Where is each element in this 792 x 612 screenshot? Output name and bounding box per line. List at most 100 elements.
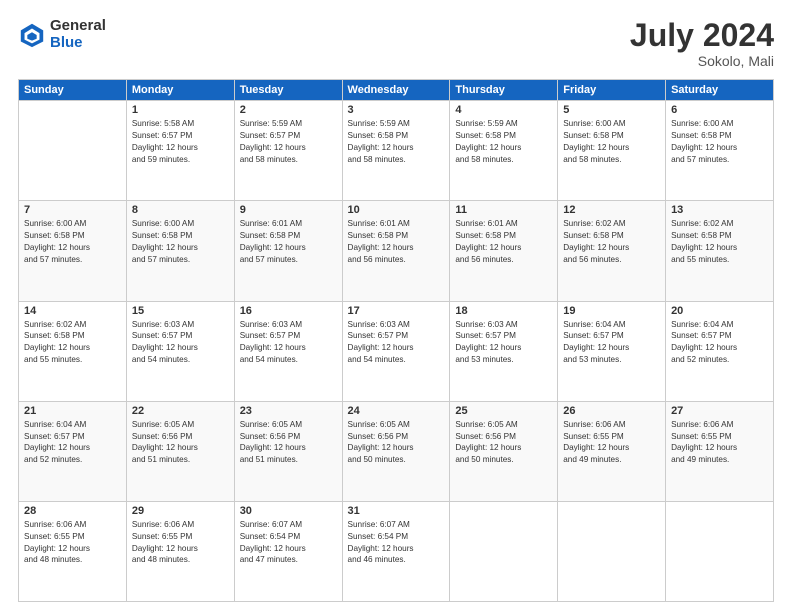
day-info: Sunrise: 6:00 AM Sunset: 6:58 PM Dayligh…	[671, 118, 768, 166]
day-cell: 4 Sunrise: 5:59 AM Sunset: 6:58 PM Daylig…	[450, 101, 558, 201]
day-cell: 3Sunrise: 5:59 AM Sunset: 6:58 PM Daylig…	[342, 101, 450, 201]
day-cell: 20Sunrise: 6:04 AM Sunset: 6:57 PM Dayli…	[666, 301, 774, 401]
weekday-header-row: Sunday Monday Tuesday Wednesday Thursday…	[19, 80, 774, 101]
week-row-2: 7Sunrise: 6:00 AM Sunset: 6:58 PM Daylig…	[19, 201, 774, 301]
day-number: 3	[348, 104, 445, 116]
header-thursday: Thursday	[450, 80, 558, 101]
day-number: 12	[563, 204, 660, 216]
day-cell: 16 Sunrise: 6:03 AM Sunset: 6:57 PM Dayli…	[234, 301, 342, 401]
day-number: 16	[240, 305, 337, 317]
day-cell: 25 Sunrise: 6:05 AM Sunset: 6:56 PM Dayli…	[450, 401, 558, 501]
day-cell: 9 Sunrise: 6:01 AM Sunset: 6:58 PM Daylig…	[234, 201, 342, 301]
main-title: July 2024	[630, 18, 774, 53]
day-number: 25	[455, 405, 552, 417]
day-number: 7	[24, 204, 121, 216]
day-number: 24	[348, 405, 445, 417]
day-number: 17	[348, 305, 445, 317]
day-number: 1	[132, 104, 229, 116]
day-info: Sunrise: 5:59 AM Sunset: 6:58 PM Dayligh…	[455, 118, 552, 166]
week-row-4: 21Sunrise: 6:04 AM Sunset: 6:57 PM Dayli…	[19, 401, 774, 501]
header-monday: Monday	[126, 80, 234, 101]
day-cell: 26 Sunrise: 6:06 AM Sunset: 6:55 PM Dayli…	[558, 401, 666, 501]
day-cell: 12 Sunrise: 6:02 AM Sunset: 6:58 PM Dayli…	[558, 201, 666, 301]
day-info: Sunrise: 6:06 AM Sunset: 6:55 PM Dayligh…	[132, 519, 229, 567]
day-cell: 6 Sunrise: 6:00 AM Sunset: 6:58 PM Daylig…	[666, 101, 774, 201]
day-number: 18	[455, 305, 552, 317]
calendar-table: Sunday Monday Tuesday Wednesday Thursday…	[18, 79, 774, 602]
day-number: 10	[348, 204, 445, 216]
day-info: Sunrise: 6:02 AM Sunset: 6:58 PM Dayligh…	[563, 218, 660, 266]
day-info: Sunrise: 6:01 AM Sunset: 6:58 PM Dayligh…	[240, 218, 337, 266]
day-cell: 10 Sunrise: 6:01 AM Sunset: 6:58 PM Dayli…	[342, 201, 450, 301]
day-cell: 28 Sunrise: 6:06 AM Sunset: 6:55 PM Dayli…	[19, 501, 127, 601]
day-number: 9	[240, 204, 337, 216]
day-info: Sunrise: 6:03 AM Sunset: 6:57 PM Dayligh…	[455, 319, 552, 367]
header-tuesday: Tuesday	[234, 80, 342, 101]
day-number: 8	[132, 204, 229, 216]
day-cell: 21Sunrise: 6:04 AM Sunset: 6:57 PM Dayli…	[19, 401, 127, 501]
week-row-5: 28 Sunrise: 6:06 AM Sunset: 6:55 PM Dayli…	[19, 501, 774, 601]
day-info: Sunrise: 6:06 AM Sunset: 6:55 PM Dayligh…	[24, 519, 121, 567]
day-number: 30	[240, 505, 337, 517]
day-info: Sunrise: 6:06 AM Sunset: 6:55 PM Dayligh…	[671, 419, 768, 467]
day-number: 4	[455, 104, 552, 116]
header-friday: Friday	[558, 80, 666, 101]
logo-icon	[18, 21, 46, 49]
day-cell: 17 Sunrise: 6:03 AM Sunset: 6:57 PM Dayli…	[342, 301, 450, 401]
day-cell: 7Sunrise: 6:00 AM Sunset: 6:58 PM Daylig…	[19, 201, 127, 301]
day-cell: 27Sunrise: 6:06 AM Sunset: 6:55 PM Dayli…	[666, 401, 774, 501]
day-cell: 11Sunrise: 6:01 AM Sunset: 6:58 PM Dayli…	[450, 201, 558, 301]
location: Sokolo, Mali	[630, 53, 774, 69]
day-number: 29	[132, 505, 229, 517]
logo-text: General Blue	[50, 18, 106, 51]
day-number: 26	[563, 405, 660, 417]
day-cell: 30 Sunrise: 6:07 AM Sunset: 6:54 PM Dayli…	[234, 501, 342, 601]
day-number: 23	[240, 405, 337, 417]
day-cell	[558, 501, 666, 601]
day-number: 11	[455, 204, 552, 216]
day-number: 31	[348, 505, 445, 517]
logo-general: General	[50, 18, 106, 35]
day-number: 6	[671, 104, 768, 116]
logo: General Blue	[18, 18, 106, 51]
day-cell: 15 Sunrise: 6:03 AM Sunset: 6:57 PM Dayli…	[126, 301, 234, 401]
day-info: Sunrise: 6:03 AM Sunset: 6:57 PM Dayligh…	[240, 319, 337, 367]
day-info: Sunrise: 6:07 AM Sunset: 6:54 PM Dayligh…	[240, 519, 337, 567]
day-number: 15	[132, 305, 229, 317]
week-row-1: 1Sunrise: 5:58 AM Sunset: 6:57 PM Daylig…	[19, 101, 774, 201]
day-cell: 14Sunrise: 6:02 AM Sunset: 6:58 PM Dayli…	[19, 301, 127, 401]
day-info: Sunrise: 6:02 AM Sunset: 6:58 PM Dayligh…	[24, 319, 121, 367]
day-info: Sunrise: 5:59 AM Sunset: 6:57 PM Dayligh…	[240, 118, 337, 166]
day-cell	[19, 101, 127, 201]
day-number: 2	[240, 104, 337, 116]
day-number: 28	[24, 505, 121, 517]
day-cell: 24 Sunrise: 6:05 AM Sunset: 6:56 PM Dayli…	[342, 401, 450, 501]
week-row-3: 14Sunrise: 6:02 AM Sunset: 6:58 PM Dayli…	[19, 301, 774, 401]
day-cell: 13Sunrise: 6:02 AM Sunset: 6:58 PM Dayli…	[666, 201, 774, 301]
day-cell	[450, 501, 558, 601]
day-info: Sunrise: 6:03 AM Sunset: 6:57 PM Dayligh…	[348, 319, 445, 367]
day-info: Sunrise: 6:05 AM Sunset: 6:56 PM Dayligh…	[348, 419, 445, 467]
logo-blue: Blue	[50, 35, 106, 52]
day-number: 20	[671, 305, 768, 317]
day-cell: 1Sunrise: 5:58 AM Sunset: 6:57 PM Daylig…	[126, 101, 234, 201]
day-info: Sunrise: 6:01 AM Sunset: 6:58 PM Dayligh…	[348, 218, 445, 266]
day-info: Sunrise: 6:06 AM Sunset: 6:55 PM Dayligh…	[563, 419, 660, 467]
day-info: Sunrise: 6:05 AM Sunset: 6:56 PM Dayligh…	[240, 419, 337, 467]
header-saturday: Saturday	[666, 80, 774, 101]
day-cell: 8Sunrise: 6:00 AM Sunset: 6:58 PM Daylig…	[126, 201, 234, 301]
header-wednesday: Wednesday	[342, 80, 450, 101]
day-cell: 19Sunrise: 6:04 AM Sunset: 6:57 PM Dayli…	[558, 301, 666, 401]
day-number: 5	[563, 104, 660, 116]
day-cell: 2 Sunrise: 5:59 AM Sunset: 6:57 PM Daylig…	[234, 101, 342, 201]
header: General Blue July 2024 Sokolo, Mali	[18, 18, 774, 69]
day-info: Sunrise: 6:02 AM Sunset: 6:58 PM Dayligh…	[671, 218, 768, 266]
day-info: Sunrise: 6:05 AM Sunset: 6:56 PM Dayligh…	[455, 419, 552, 467]
day-number: 21	[24, 405, 121, 417]
day-info: Sunrise: 6:03 AM Sunset: 6:57 PM Dayligh…	[132, 319, 229, 367]
day-cell	[666, 501, 774, 601]
day-number: 22	[132, 405, 229, 417]
page: General Blue July 2024 Sokolo, Mali Sund…	[0, 0, 792, 612]
day-cell: 18 Sunrise: 6:03 AM Sunset: 6:57 PM Dayli…	[450, 301, 558, 401]
day-number: 19	[563, 305, 660, 317]
